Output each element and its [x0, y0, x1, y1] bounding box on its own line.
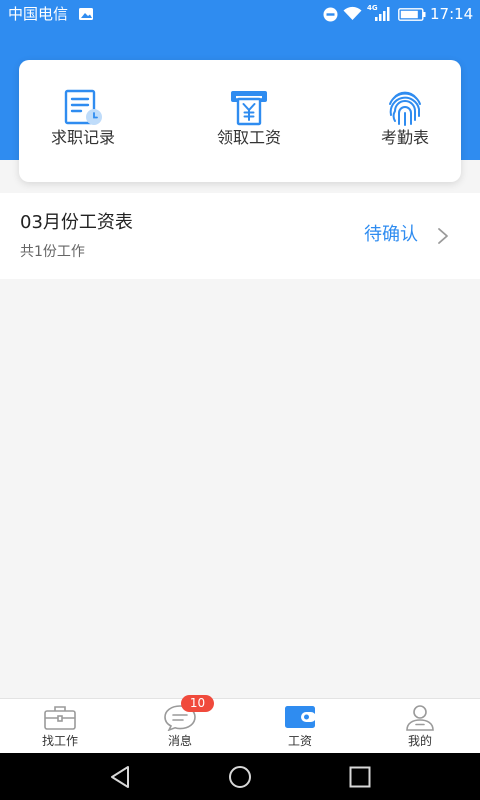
quick-action-label: 领取工资 [216, 128, 281, 147]
chevron-right-icon [438, 228, 448, 244]
wallet-icon [285, 706, 316, 728]
bottom-tab-bar: 找工作 10 消息 工资 我的 [0, 695, 480, 754]
salary-sheet-title: 03月份工资表 [20, 212, 133, 233]
quick-action-label: 求职记录 [50, 128, 115, 147]
person-icon [406, 705, 434, 731]
status-bar: 中国电信 4G 17:14 [0, 0, 480, 28]
battery-level-fill [400, 10, 418, 19]
quick-action-job-records[interactable]: 求职记录 [33, 60, 133, 182]
system-navigation-bar [0, 753, 480, 800]
tab-find-job[interactable]: 找工作 [0, 699, 120, 754]
quick-actions-card: 求职记录 领取工资 考勤表 [19, 60, 461, 182]
recents-icon[interactable] [347, 764, 373, 790]
quick-action-attendance[interactable]: 考勤表 [355, 60, 455, 182]
battery-icon [398, 8, 426, 21]
salary-sheet-row[interactable]: 03月份工资表 共1份工作 待确认 [0, 193, 480, 279]
home-icon[interactable] [227, 764, 253, 790]
tab-label: 我的 [407, 734, 432, 748]
tab-label: 找工作 [41, 734, 78, 748]
quick-action-get-salary[interactable]: 领取工资 [199, 60, 299, 182]
tab-messages[interactable]: 10 消息 [120, 695, 240, 754]
back-icon[interactable] [107, 764, 133, 790]
unread-badge: 10 [181, 695, 214, 712]
status-badge: 待确认 [364, 224, 418, 245]
salary-withdraw-icon [231, 91, 267, 126]
tab-profile[interactable]: 我的 [360, 699, 480, 754]
fingerprint-icon [389, 91, 421, 126]
tab-salary[interactable]: 工资 [240, 699, 360, 754]
signal-icon [375, 7, 390, 21]
briefcase-icon [44, 706, 76, 730]
job-record-icon [64, 89, 102, 125]
quick-action-label: 考勤表 [380, 128, 429, 147]
wifi-icon [343, 6, 362, 20]
clock: 17:14 [430, 5, 474, 23]
do-not-disturb-icon [323, 7, 338, 22]
carrier-name: 中国电信 [8, 5, 69, 23]
salary-sheet-subtitle: 共1份工作 [20, 244, 85, 260]
tab-label: 工资 [287, 734, 312, 748]
tab-label: 消息 [167, 734, 192, 748]
gallery-icon [79, 8, 93, 20]
